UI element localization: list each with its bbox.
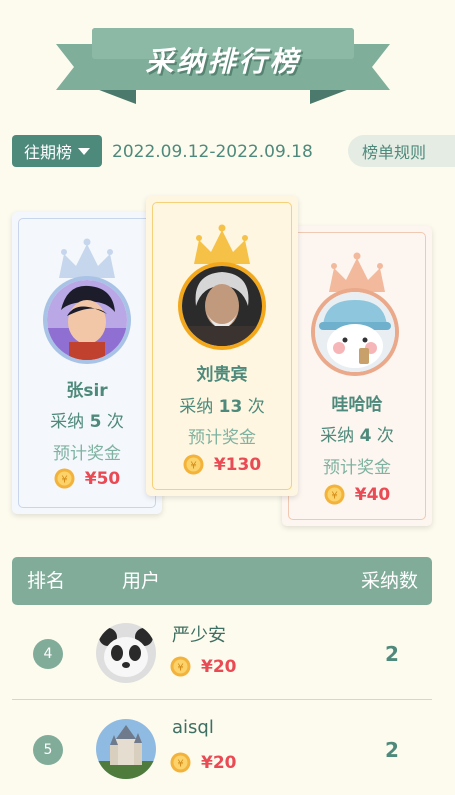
avatar [311,288,399,376]
rank-badge: 4 [33,639,63,669]
caret-down-icon [78,147,90,155]
coin-icon: ¥ [324,484,345,505]
svg-text:¥: ¥ [190,461,196,472]
user-name: 哇哈哈 [331,395,383,415]
table-row[interactable]: 4 严少安 ¥ ¥20 2 [12,605,432,700]
prize: ¥ ¥20 [170,752,237,773]
adopt-count: 采纳 5 次 [50,412,124,432]
prize-label: 预计奖金 [323,458,391,478]
column-user: 用户 [122,570,161,592]
ranking-table-header: 排名 用户 采纳数 [12,557,432,605]
user-name: aisql [172,717,214,738]
coin-icon: ¥ [183,454,204,475]
svg-text:¥: ¥ [177,759,183,770]
adopt-count: 2 [385,642,399,666]
podium-card-rank-3[interactable]: 哇哈哈 采纳 4 次 预计奖金 ¥ ¥40 [282,226,432,526]
coin-icon: ¥ [170,656,191,677]
podium-card-rank-1[interactable]: 刘贵宾 采纳 13 次 预计奖金 ¥ ¥130 [146,196,298,496]
adopt-count: 2 [385,738,399,762]
rank-badge: 5 [33,735,63,765]
prize: ¥ ¥50 [12,468,162,489]
avatar [96,719,156,779]
adopt-count: 采纳 4 次 [320,426,394,446]
leaderboard-page: 采纳排行榜 往期榜 2022.09.12-2022.09.18 榜单规则 张si… [0,0,455,795]
svg-text:¥: ¥ [331,491,337,502]
user-name: 严少安 [172,625,226,646]
coin-icon: ¥ [170,752,191,773]
period-label: 往期榜 [23,143,72,162]
date-range: 2022.09.12-2022.09.18 [112,142,313,162]
title-banner: 采纳排行榜 [56,28,390,106]
prize-label: 预计奖金 [188,428,256,448]
period-dropdown[interactable]: 往期榜 [12,135,102,167]
column-count: 采纳数 [360,570,418,592]
coin-icon: ¥ [54,468,75,489]
page-title: 采纳排行榜 [145,45,301,78]
podium-card-rank-2[interactable]: 张sir 采纳 5 次 预计奖金 ¥ ¥50 [12,212,162,514]
prize-label: 预计奖金 [53,444,121,464]
prize: ¥ ¥40 [282,484,432,505]
avatar [96,623,156,683]
column-rank: 排名 [27,570,66,592]
svg-text:¥: ¥ [61,475,67,486]
user-name: 张sir [66,381,108,401]
svg-text:¥: ¥ [177,663,183,674]
avatar [43,276,131,364]
rules-button[interactable]: 榜单规则 [348,135,455,167]
prize: ¥ ¥130 [146,454,298,475]
prize: ¥ ¥20 [170,656,237,677]
adopt-count: 采纳 13 次 [179,397,265,417]
user-name: 刘贵宾 [196,365,248,385]
table-row[interactable]: 5 aisql ¥ ¥20 2 [12,701,432,795]
avatar [178,262,266,350]
